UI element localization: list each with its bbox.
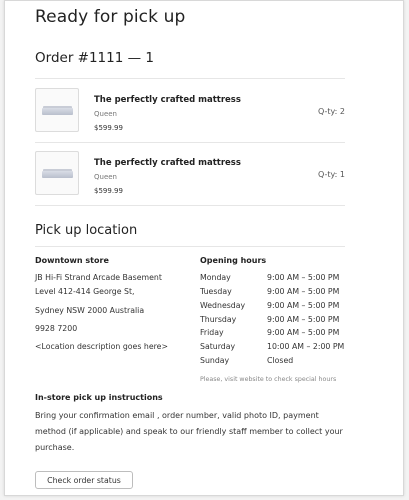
item-variant: Queen — [94, 173, 117, 181]
hours-day: Monday — [200, 273, 231, 282]
order-status-panel: Ready for pick up Order #1111 — 1 The pe… — [4, 0, 404, 496]
store-name: Downtown store — [35, 256, 109, 265]
hours-time: 9:00 AM – 5:00 PM — [267, 287, 340, 296]
divider — [35, 205, 345, 206]
hours-time: Closed — [267, 356, 294, 365]
item-name: The perfectly crafted mattress — [94, 95, 241, 105]
hours-row: Monday 9:00 AM – 5:00 PM — [200, 273, 350, 285]
divider — [35, 142, 345, 143]
hours-day: Sunday — [200, 356, 230, 365]
hours-day: Saturday — [200, 342, 236, 351]
store-address-line: JB Hi-Fi Strand Arcade Basement — [35, 273, 162, 282]
order-heading: Order #1111 — 1 — [35, 50, 154, 66]
item-price: $599.99 — [94, 187, 123, 195]
hours-time: 9:00 AM – 5:00 PM — [267, 273, 340, 282]
hours-time: 9:00 AM – 5:00 PM — [267, 301, 340, 310]
item-name: The perfectly crafted mattress — [94, 158, 241, 168]
item-variant: Queen — [94, 110, 117, 118]
store-phone: 9928 7200 — [35, 324, 78, 333]
hours-row: Saturday 10:00 AM – 2:00 PM — [200, 342, 350, 354]
hours-time: 9:00 AM – 5:00 PM — [267, 328, 340, 337]
mattress-image — [35, 151, 79, 195]
hours-row: Sunday Closed — [200, 356, 350, 368]
hours-day: Friday — [200, 328, 224, 337]
pickup-instructions-text: Bring your confirmation email , order nu… — [35, 411, 343, 452]
hours-time: 9:00 AM – 5:00 PM — [267, 315, 340, 324]
order-item: The perfectly crafted mattress Queen $59… — [35, 88, 345, 146]
item-price: $599.99 — [94, 124, 123, 132]
page-title: Ready for pick up — [35, 7, 186, 27]
hours-row: Wednesday 9:00 AM – 5:00 PM — [200, 301, 350, 313]
mattress-image — [35, 88, 79, 132]
hours-row: Thursday 9:00 AM – 5:00 PM — [200, 315, 350, 327]
check-order-status-button[interactable]: Check order status — [35, 471, 133, 489]
divider — [35, 246, 345, 247]
hours-day: Thursday — [200, 315, 237, 324]
hours-row: Tuesday 9:00 AM – 5:00 PM — [200, 287, 350, 299]
opening-hours-title: Opening hours — [200, 256, 267, 265]
order-item: The perfectly crafted mattress Queen $59… — [35, 151, 345, 209]
special-hours-note: Please, visit website to check special h… — [200, 376, 337, 383]
item-quantity: Q-ty: 2 — [317, 107, 345, 116]
pickup-instructions-title: In-store pick up instructions — [35, 393, 163, 402]
pickup-location-heading: Pick up location — [35, 223, 138, 238]
divider — [35, 78, 345, 79]
hours-row: Friday 9:00 AM – 5:00 PM — [200, 328, 350, 340]
item-quantity: Q-ty: 1 — [317, 170, 345, 179]
store-address-line: Level 412-414 George St, — [35, 287, 135, 296]
store-address-line: Sydney NSW 2000 Australia — [35, 306, 145, 315]
hours-time: 10:00 AM – 2:00 PM — [267, 342, 345, 351]
hours-day: Tuesday — [200, 287, 232, 296]
hours-day: Wednesday — [200, 301, 246, 310]
store-description: <Location description goes here> — [35, 342, 168, 351]
